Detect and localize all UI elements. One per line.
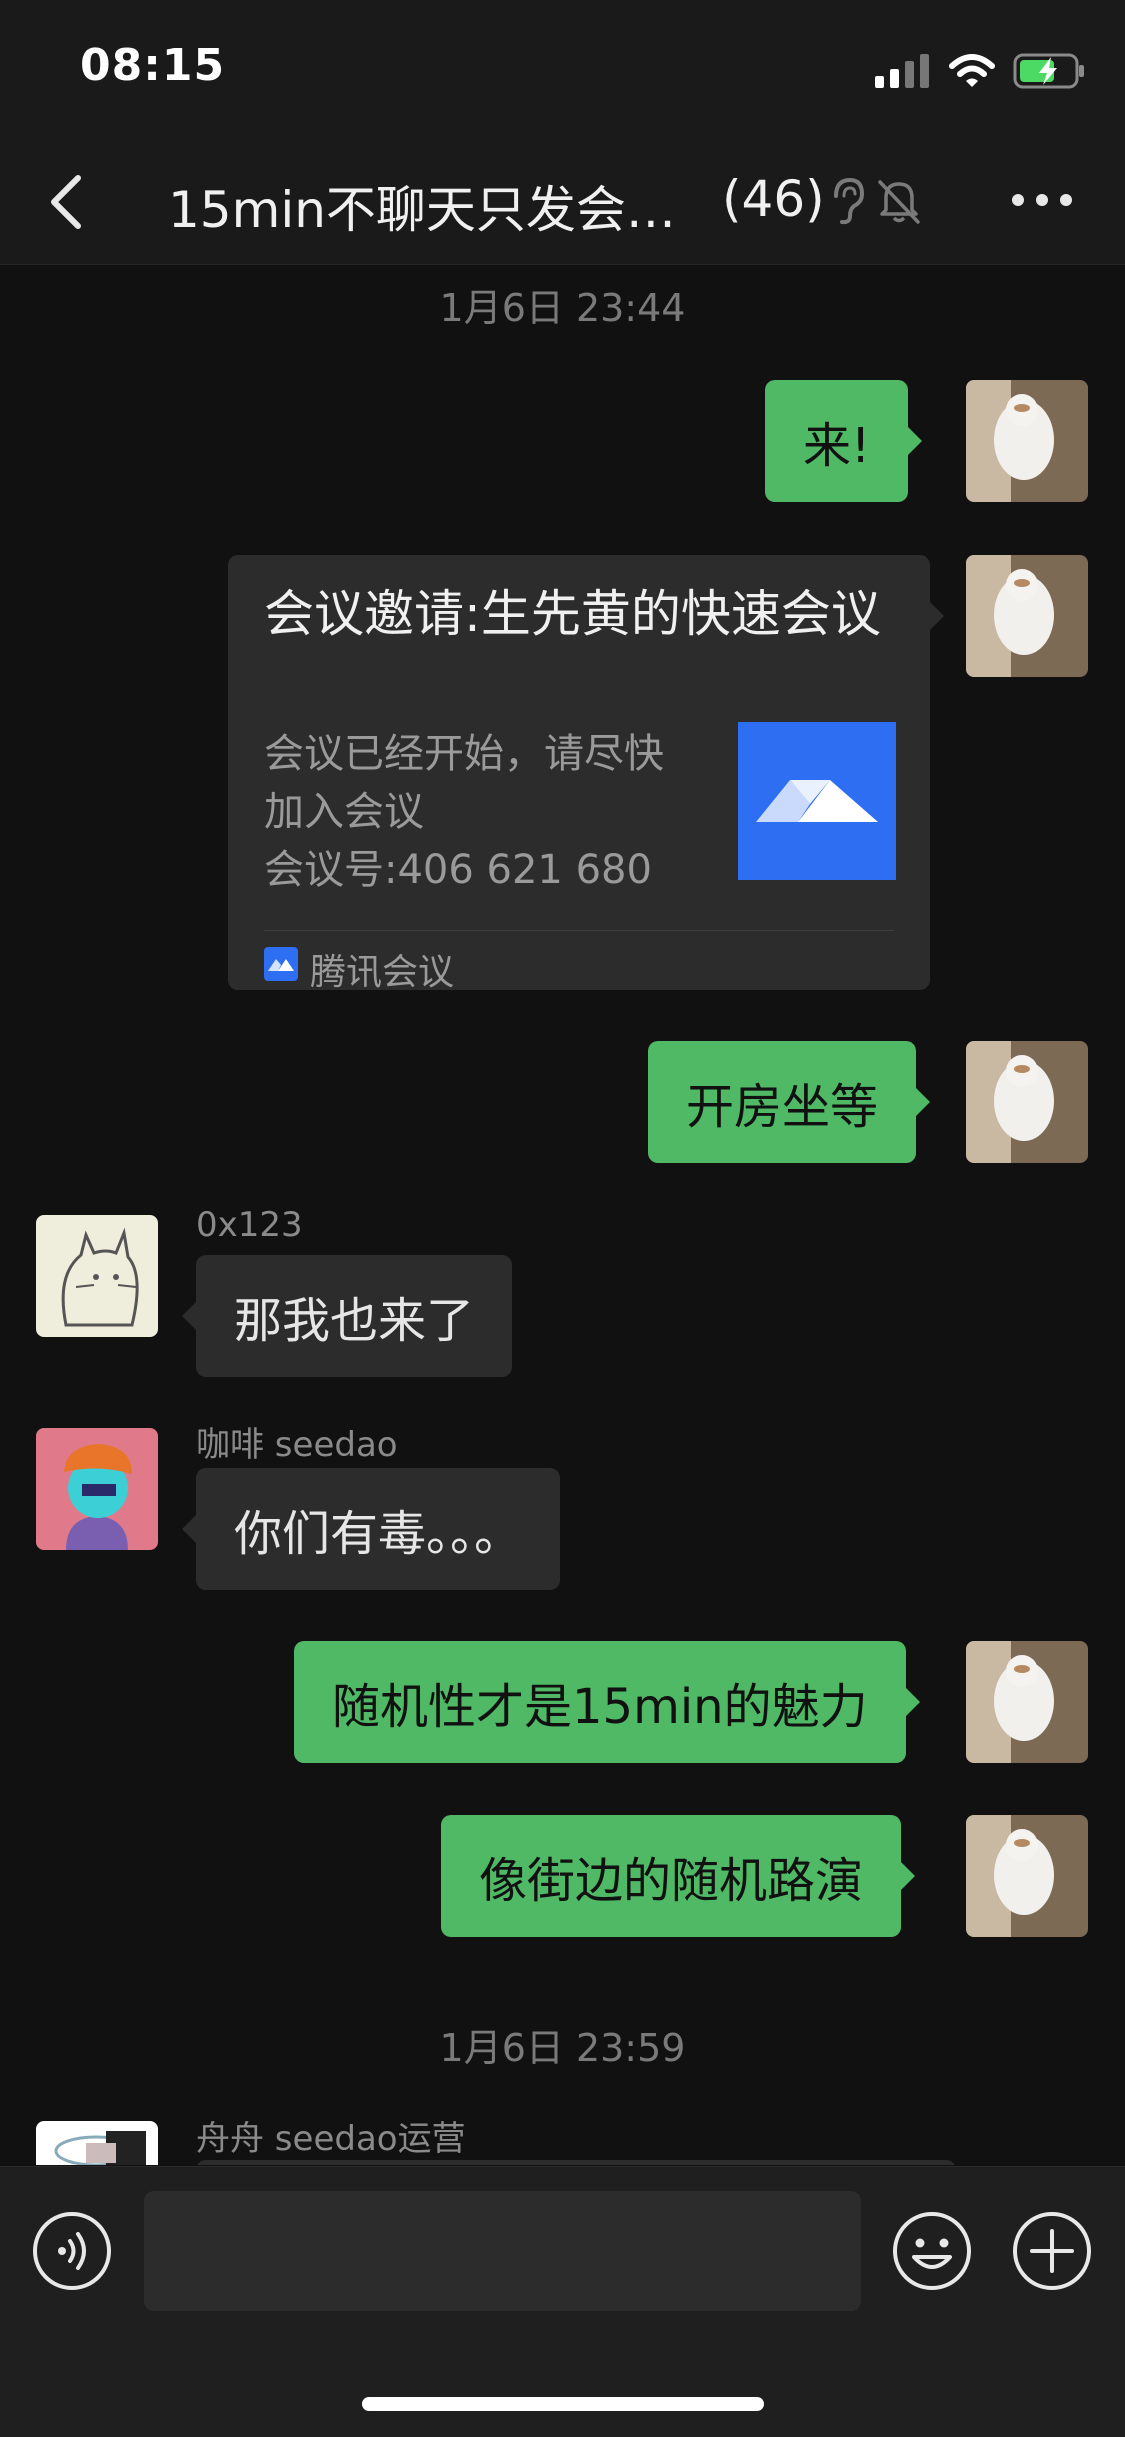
message-bubble[interactable] bbox=[196, 2160, 956, 2165]
chat-area[interactable]: 1月6日 23:44 来! 会议邀请:生先黄的快速会议 会议已经开始，请尽快 加… bbox=[0, 265, 1125, 2165]
avatar-self[interactable] bbox=[966, 1041, 1088, 1163]
mute-bell-icon bbox=[878, 180, 920, 224]
message-bubble[interactable]: 你们有毒。。。 bbox=[181, 1468, 561, 1590]
card-desc-line: 会议已经开始，请尽快 bbox=[264, 731, 664, 777]
sender-name: 0x123 bbox=[196, 1205, 303, 1245]
message-input[interactable] bbox=[144, 2191, 861, 2311]
sender-name: 咖啡 seedao bbox=[196, 1425, 398, 1465]
plus-icon[interactable] bbox=[1012, 2211, 1092, 2291]
card-source: 腾讯会议 bbox=[310, 952, 455, 993]
ear-icon bbox=[834, 177, 865, 225]
avatar-self[interactable] bbox=[966, 1641, 1088, 1763]
avatar-self[interactable] bbox=[966, 555, 1088, 677]
message-bubble[interactable]: 那我也来了 bbox=[181, 1255, 513, 1377]
status-bar: 08:15 bbox=[0, 0, 1125, 140]
status-time: 08:15 bbox=[80, 40, 226, 91]
sender-name: 舟舟 seedao运营 bbox=[196, 2119, 466, 2159]
timestamp: 1月6日 23:44 bbox=[439, 286, 686, 330]
wifi-icon bbox=[949, 54, 995, 87]
tencent-meeting-icon bbox=[264, 947, 298, 981]
group-title[interactable]: 15min不聊天只发会… bbox=[168, 170, 676, 242]
avatar-zhouzhou[interactable] bbox=[36, 2121, 158, 2165]
message-bubble[interactable]: 开房坐等 bbox=[648, 1041, 931, 1163]
divider bbox=[264, 930, 894, 931]
avatar-0x123[interactable] bbox=[36, 1215, 158, 1337]
tencent-meeting-logo-icon bbox=[738, 722, 896, 880]
signal-icon bbox=[875, 54, 929, 88]
meeting-number: 会议号:406 621 680 bbox=[264, 847, 652, 893]
message-bubble[interactable]: 随机性才是15min的魅力 bbox=[294, 1641, 920, 1763]
input-bar bbox=[0, 2166, 1125, 2437]
avatar-self[interactable] bbox=[966, 380, 1088, 502]
home-indicator[interactable] bbox=[362, 2397, 764, 2411]
status-icons bbox=[875, 48, 1085, 94]
back-icon[interactable] bbox=[36, 164, 96, 240]
voice-icon[interactable] bbox=[32, 2211, 112, 2291]
chat-header: 15min不聊天只发会… (46) bbox=[0, 140, 1125, 265]
member-count: (46) bbox=[722, 170, 825, 228]
card-description: 会议已经开始，请尽快 加入会议 会议号:406 621 680 bbox=[264, 725, 704, 899]
meeting-invite-card[interactable]: 会议邀请:生先黄的快速会议 会议已经开始，请尽快 加入会议 会议号:406 62… bbox=[228, 555, 944, 993]
emoji-icon[interactable] bbox=[892, 2211, 972, 2291]
more-icon[interactable] bbox=[1010, 180, 1074, 220]
avatar-self[interactable] bbox=[966, 1815, 1088, 1937]
battery-charging-icon bbox=[1013, 53, 1084, 89]
card-title: 会议邀请:生先黄的快速会议 bbox=[264, 585, 881, 643]
avatar-coffee-seedao[interactable] bbox=[36, 1428, 158, 1550]
message-bubble[interactable]: 像街边的随机路演 bbox=[441, 1815, 916, 1937]
card-desc-line: 加入会议 bbox=[264, 789, 424, 835]
message-bubble[interactable]: 来! bbox=[765, 380, 923, 502]
timestamp: 1月6日 23:59 bbox=[439, 2026, 686, 2070]
